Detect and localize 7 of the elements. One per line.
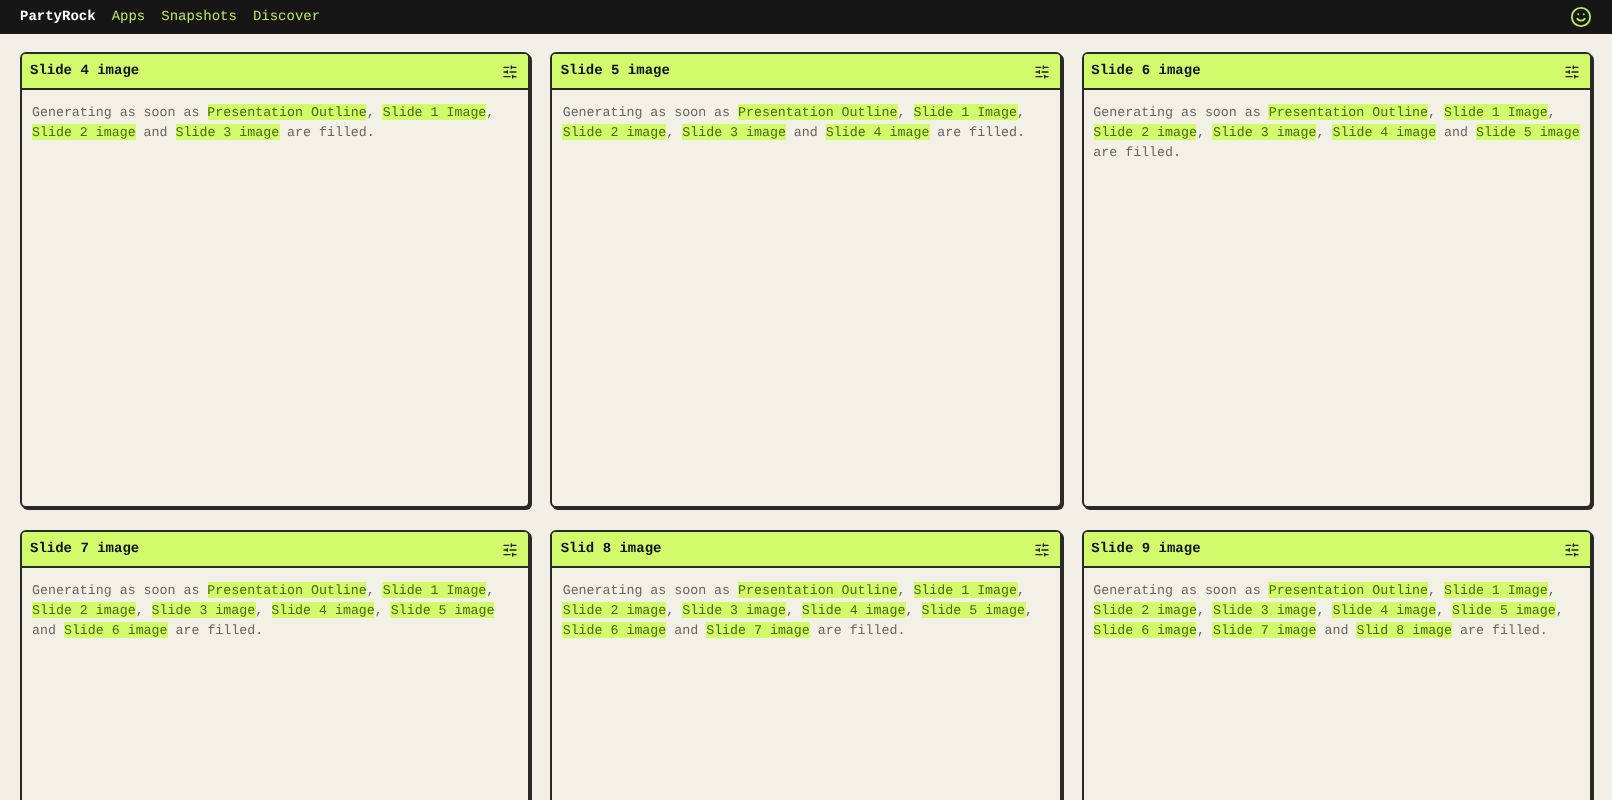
sliders-icon[interactable]: [1033, 63, 1050, 79]
sliders-icon[interactable]: [1563, 541, 1580, 557]
sliders-icon[interactable]: [1033, 541, 1050, 557]
smiley-icon[interactable]: [1570, 6, 1592, 28]
sliders-icon[interactable]: [502, 63, 519, 79]
sliders-icon[interactable]: [1563, 63, 1580, 79]
sliders-icon[interactable]: [502, 541, 519, 557]
